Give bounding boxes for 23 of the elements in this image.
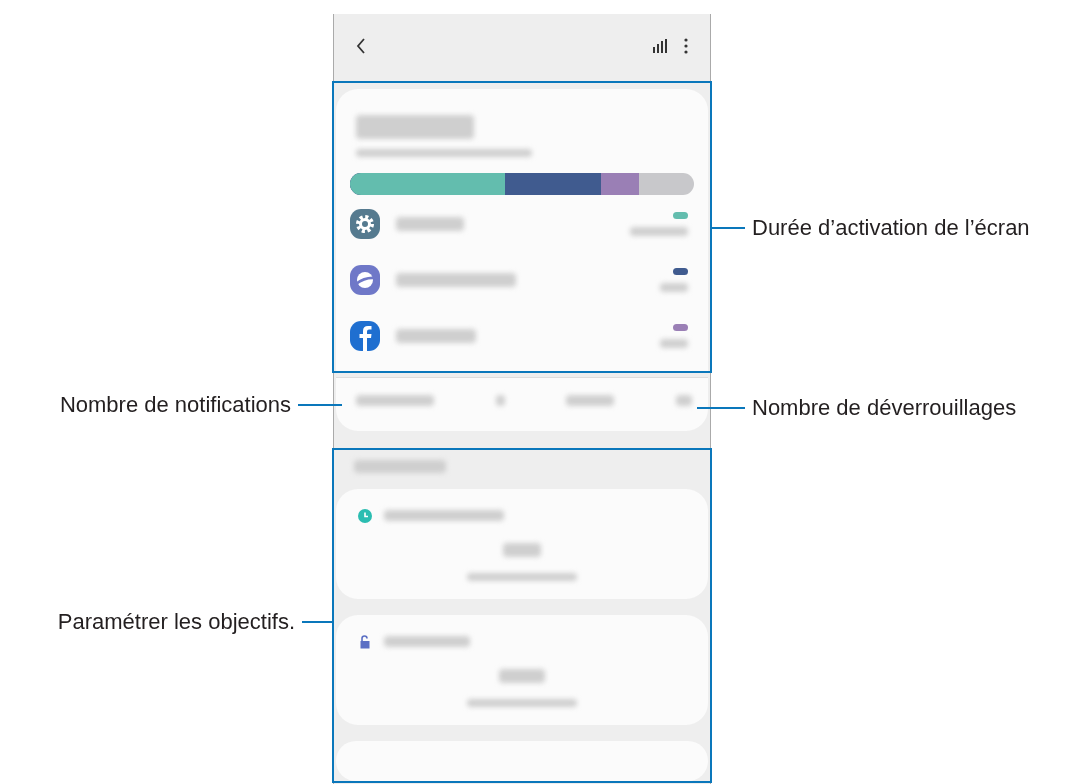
blurred-text	[660, 283, 688, 292]
planet-icon[interactable]	[350, 265, 380, 295]
gear-icon[interactable]	[350, 209, 380, 239]
blurred-text	[660, 339, 688, 348]
blurred-text	[503, 542, 541, 557]
blurred-text	[566, 395, 615, 406]
blurred-text	[396, 217, 464, 231]
blurred-text	[495, 395, 505, 406]
callout-label: Durée d’activation de l’écran	[752, 215, 1030, 241]
leader-line	[298, 404, 342, 406]
blurred-text	[630, 227, 688, 236]
facebook-icon[interactable]	[350, 321, 380, 351]
back-icon[interactable]	[356, 38, 366, 54]
callout-label: Nombre de déverrouillages	[752, 395, 1017, 421]
unlocked-lock-icon	[358, 634, 372, 649]
callout-label: Paramétrer les objectifs.	[57, 609, 295, 635]
leader-line	[697, 407, 745, 409]
clock-icon	[358, 508, 372, 523]
more-options-icon[interactable]	[684, 38, 688, 54]
callout-label: Nombre de notifications	[59, 392, 291, 418]
blurred-text	[675, 395, 692, 406]
blurred-text	[499, 668, 545, 683]
bar-chart-icon[interactable]	[652, 39, 668, 53]
